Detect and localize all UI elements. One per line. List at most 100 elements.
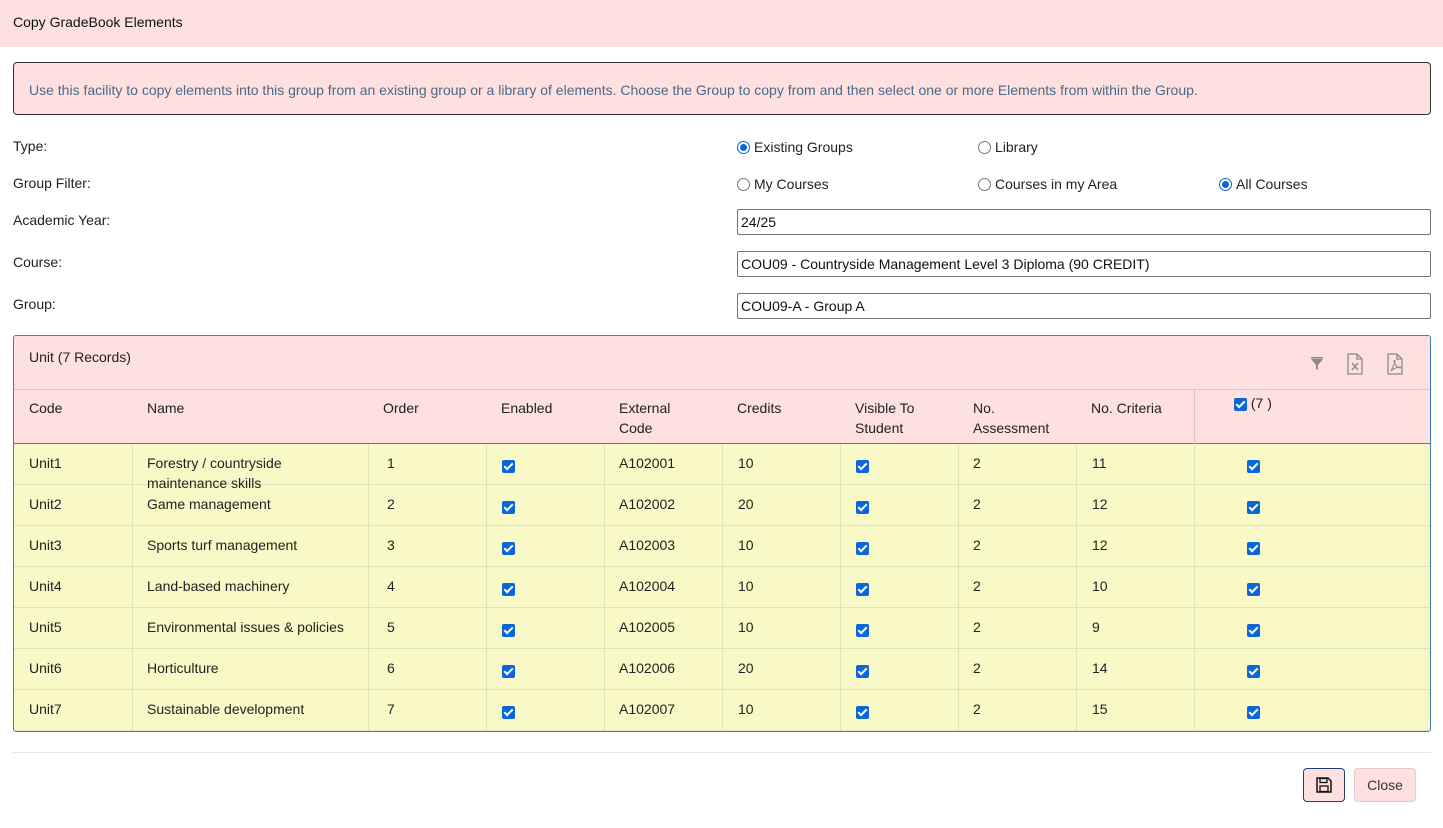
name-line: Game management [147, 496, 271, 512]
col-header-select-all[interactable]: (7 ) [1234, 393, 1272, 413]
selected-checkbox[interactable] [1247, 664, 1260, 678]
radio-existing-groups-label[interactable]: Existing Groups [754, 139, 853, 155]
close-button[interactable]: Close [1354, 768, 1416, 802]
grid-column-headers: Code Name Order Enabled External Code Cr… [14, 389, 1430, 445]
radio-library-label[interactable]: Library [995, 139, 1038, 155]
select-all-count: (7 ) [1250, 395, 1272, 411]
enabled-checkbox[interactable] [502, 705, 515, 719]
radio-my-courses[interactable]: My Courses [737, 176, 829, 192]
group-input[interactable] [737, 293, 1431, 319]
criteria-cell: 12 [1092, 537, 1108, 553]
group-filter-label: Group Filter: [13, 175, 91, 191]
order-cell: 4 [387, 578, 395, 594]
name-cell: Sustainable development [147, 699, 304, 719]
col-header-visible[interactable]: Visible To Student [855, 398, 914, 438]
order-cell: 3 [387, 537, 395, 553]
visible-checkbox[interactable] [856, 582, 869, 596]
radio-library-dot[interactable] [978, 140, 991, 154]
radio-existing-groups[interactable]: Existing Groups [737, 139, 853, 155]
criteria-cell: 12 [1092, 496, 1108, 512]
radio-my-courses-dot[interactable] [737, 177, 750, 191]
selected-checkbox[interactable] [1247, 541, 1260, 555]
visible-checkbox[interactable] [856, 541, 869, 555]
select-all-checkbox[interactable] [1234, 397, 1247, 411]
save-button[interactable] [1303, 768, 1345, 802]
enabled-checkbox[interactable] [502, 582, 515, 596]
visible-cell [856, 457, 869, 473]
enabled-cell [502, 498, 515, 514]
col-header-external-code[interactable]: External Code [619, 398, 670, 438]
order-cell: 7 [387, 701, 395, 717]
pdf-export-icon[interactable] [1385, 353, 1405, 375]
radio-courses-in-area[interactable]: Courses in my Area [978, 176, 1117, 192]
code-cell: Unit2 [29, 496, 62, 512]
excel-export-icon[interactable] [1345, 353, 1365, 375]
radio-courses-in-area-label[interactable]: Courses in my Area [995, 176, 1117, 192]
filter-icon[interactable] [1307, 353, 1327, 375]
course-input[interactable] [737, 251, 1431, 277]
name-line: Horticulture [147, 660, 219, 676]
radio-all-courses[interactable]: All Courses [1219, 176, 1308, 192]
selected-cell [1247, 498, 1260, 514]
criteria-cell: 15 [1092, 701, 1108, 717]
visible-checkbox[interactable] [856, 500, 869, 514]
col-header-credits[interactable]: Credits [737, 398, 781, 418]
radio-my-courses-label[interactable]: My Courses [754, 176, 829, 192]
col-divider [840, 444, 841, 731]
selected-checkbox[interactable] [1247, 459, 1260, 473]
selected-cell [1247, 539, 1260, 555]
enabled-checkbox[interactable] [502, 664, 515, 678]
selected-cell [1247, 662, 1260, 678]
order-cell: 5 [387, 619, 395, 635]
name-line: Sports turf management [147, 537, 298, 553]
enabled-cell [502, 703, 515, 719]
visible-checkbox[interactable] [856, 664, 869, 678]
external-code-cell: A102001 [619, 455, 676, 471]
col-header-assessment[interactable]: No. Assessment [973, 398, 1049, 438]
enabled-checkbox[interactable] [502, 623, 515, 637]
grid-toolbar: Unit (7 Records) [14, 336, 1430, 389]
name-cell: Sports turf management [147, 535, 297, 555]
col-header-criteria[interactable]: No. Criteria [1091, 398, 1162, 418]
enabled-cell [502, 580, 515, 596]
radio-all-courses-label[interactable]: All Courses [1236, 176, 1308, 192]
order-cell: 1 [387, 455, 395, 471]
col-header-name[interactable]: Name [147, 398, 184, 418]
selected-checkbox[interactable] [1247, 705, 1260, 719]
enabled-checkbox[interactable] [502, 459, 515, 473]
enabled-checkbox[interactable] [502, 500, 515, 514]
info-message: Use this facility to copy elements into … [13, 62, 1431, 115]
name-line: Forestry / countryside [147, 455, 282, 471]
col-header-order[interactable]: Order [383, 398, 419, 418]
assessments-cell: 2 [973, 496, 981, 512]
selected-checkbox[interactable] [1247, 623, 1260, 637]
col-header-code[interactable]: Code [29, 398, 62, 418]
selected-checkbox[interactable] [1247, 582, 1260, 596]
visible-cell [856, 662, 869, 678]
visible-checkbox[interactable] [856, 459, 869, 473]
visible-checkbox[interactable] [856, 623, 869, 637]
assessments-cell: 2 [973, 537, 981, 553]
save-icon [1316, 777, 1332, 793]
col-header-visible-line1: Visible To [855, 400, 915, 416]
visible-cell [856, 498, 869, 514]
name-line: Environmental issues & policies [147, 619, 344, 635]
col-divider [1194, 444, 1195, 731]
selected-checkbox[interactable] [1247, 500, 1260, 514]
col-header-assessment-line2: Assessment [973, 420, 1050, 436]
radio-existing-groups-dot[interactable] [737, 140, 750, 154]
visible-cell [856, 621, 869, 637]
dialog-title: Copy GradeBook Elements [0, 0, 1443, 47]
visible-checkbox[interactable] [856, 705, 869, 719]
enabled-checkbox[interactable] [502, 541, 515, 555]
enabled-cell [502, 457, 515, 473]
academic-year-input[interactable] [737, 209, 1431, 235]
col-divider [958, 444, 959, 731]
col-header-enabled[interactable]: Enabled [501, 398, 552, 418]
criteria-cell: 10 [1092, 578, 1108, 594]
radio-library[interactable]: Library [978, 139, 1038, 155]
assessments-cell: 2 [973, 701, 981, 717]
radio-all-courses-dot[interactable] [1219, 177, 1232, 191]
enabled-cell [502, 662, 515, 678]
radio-courses-in-area-dot[interactable] [978, 177, 991, 191]
